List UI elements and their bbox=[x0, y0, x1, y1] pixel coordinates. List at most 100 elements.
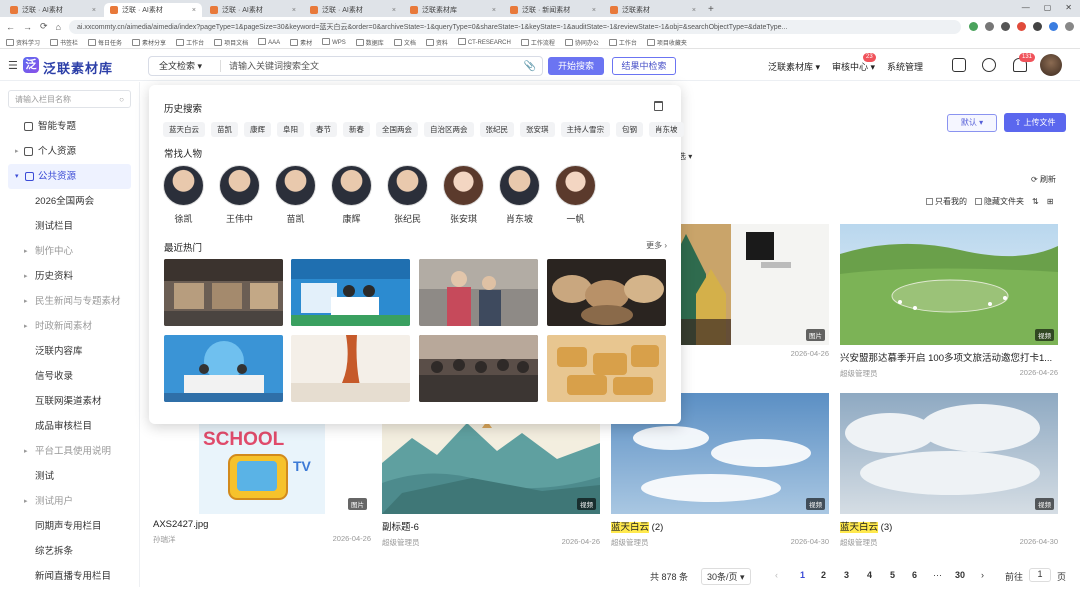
search-type-select[interactable]: 全文检索 ▾ bbox=[149, 60, 221, 72]
asset-title[interactable]: 蓝天白云 (2) bbox=[611, 519, 829, 533]
browser-tab[interactable]: 泛联 · 新闻素材 × bbox=[504, 3, 602, 17]
sidebar-item[interactable]: 测试栏目 bbox=[0, 214, 139, 239]
sidebar-item[interactable]: 泛联内容库 bbox=[0, 339, 139, 364]
extension-icon[interactable] bbox=[985, 22, 994, 31]
bookmark-item[interactable]: 项目文档 bbox=[214, 38, 248, 47]
sidebar-item[interactable]: 互联网渠道素材 bbox=[0, 389, 139, 414]
task-check-icon[interactable] bbox=[952, 58, 966, 72]
history-chip[interactable]: 新春 bbox=[343, 122, 370, 137]
cloud-upload-icon[interactable] bbox=[982, 58, 996, 72]
history-chip[interactable]: 苗凯 bbox=[211, 122, 238, 137]
expand-arrow-icon[interactable]: ▸ bbox=[24, 489, 28, 514]
hot-item-thumbnail[interactable] bbox=[164, 259, 283, 326]
sidebar-item[interactable]: 同期声专用栏目 bbox=[0, 514, 139, 539]
history-chip[interactable]: 全国两会 bbox=[376, 122, 418, 137]
person-item[interactable]: 张纪民 bbox=[387, 165, 428, 225]
expand-arrow-icon[interactable]: ▸ bbox=[24, 264, 28, 289]
history-chip[interactable]: 蓝天白云 bbox=[163, 122, 205, 137]
extension-icon[interactable] bbox=[1001, 22, 1010, 31]
bookmark-item[interactable]: 数据库 bbox=[356, 38, 384, 47]
sort-icon[interactable]: ⇅ bbox=[1032, 197, 1039, 206]
asset-title[interactable]: AXS2427.jpg bbox=[153, 519, 371, 530]
history-chip[interactable]: 春节 bbox=[310, 122, 337, 137]
bookmark-item[interactable]: CT-RESEARCH bbox=[458, 38, 511, 46]
bookmark-item[interactable]: 素材分享 bbox=[132, 38, 166, 47]
person-avatar[interactable] bbox=[387, 165, 428, 206]
hot-item-thumbnail[interactable] bbox=[547, 259, 666, 326]
close-tab-icon[interactable]: × bbox=[192, 7, 196, 14]
hot-item-thumbnail[interactable] bbox=[419, 335, 538, 402]
library-select[interactable]: 泛联素材库 ▾ bbox=[768, 60, 820, 73]
bookmark-item[interactable]: 书签栏 bbox=[50, 38, 78, 47]
sidebar-item[interactable]: 新闻直播专用栏目 bbox=[0, 564, 139, 589]
sidebar-item[interactable]: 测试 bbox=[0, 464, 139, 489]
forward-icon[interactable]: → bbox=[23, 22, 32, 32]
history-chip[interactable]: 张安琪 bbox=[520, 122, 555, 137]
asset-title[interactable]: 副标题-6 bbox=[382, 519, 600, 533]
browser-tab[interactable]: 泛联素材 × bbox=[604, 3, 702, 17]
prev-page-icon[interactable]: ‹ bbox=[775, 570, 778, 580]
person-avatar[interactable] bbox=[163, 165, 204, 206]
user-avatar[interactable] bbox=[1040, 54, 1062, 76]
asset-thumbnail[interactable]: 视频 bbox=[840, 224, 1058, 345]
maximize-icon[interactable]: ▢ bbox=[1044, 3, 1052, 12]
refresh-button[interactable]: ⟳ 刷新 bbox=[1031, 174, 1056, 185]
history-chip[interactable]: 主持人雪宗 bbox=[560, 122, 610, 137]
sidebar-item[interactable]: 2026全国两会 bbox=[0, 189, 139, 214]
sidebar-item[interactable]: ▸ 平台工具使用说明 bbox=[0, 439, 139, 464]
sidebar-item[interactable]: 成品审核栏目 bbox=[0, 414, 139, 439]
close-icon[interactable]: ✕ bbox=[1065, 3, 1072, 12]
bookmark-item[interactable]: AAA bbox=[258, 38, 280, 46]
sort-default-button[interactable]: 默认 ▾ bbox=[947, 114, 997, 132]
page-number[interactable]: 4 bbox=[867, 570, 872, 580]
system-management-link[interactable]: 系统管理 bbox=[887, 60, 923, 73]
close-tab-icon[interactable]: × bbox=[92, 7, 96, 14]
back-icon[interactable]: ← bbox=[6, 22, 15, 32]
page-number[interactable]: 6 bbox=[912, 570, 917, 580]
history-chip[interactable]: 自治区两会 bbox=[424, 122, 474, 137]
sidebar-item[interactable]: ▾ 公共资源 bbox=[8, 164, 131, 189]
history-chip[interactable]: 康辉 bbox=[244, 122, 271, 137]
only-mine-checkbox[interactable]: 只看我的 bbox=[926, 196, 967, 207]
browser-tab[interactable]: 泛联 · AI素材 × bbox=[304, 3, 402, 17]
bookmark-item[interactable]: 协同办公 bbox=[565, 38, 599, 47]
new-tab-icon[interactable]: + bbox=[708, 4, 714, 15]
search-within-results-button[interactable]: 结果中检索 bbox=[612, 57, 676, 75]
close-tab-icon[interactable]: × bbox=[292, 7, 296, 14]
bookmark-item[interactable]: 资料学习 bbox=[6, 38, 40, 47]
person-avatar[interactable] bbox=[219, 165, 260, 206]
hot-item-thumbnail[interactable] bbox=[291, 335, 410, 402]
sidebar-item[interactable]: 智能专题 bbox=[0, 114, 139, 139]
grid-view-icon[interactable]: ⊞ bbox=[1047, 197, 1054, 206]
close-tab-icon[interactable]: × bbox=[592, 7, 596, 14]
person-item[interactable]: 肖东坡 bbox=[499, 165, 540, 225]
page-ellipsis[interactable]: ··· bbox=[933, 570, 942, 580]
browser-tab[interactable]: 泛联 · AI素材 × bbox=[104, 3, 202, 17]
person-avatar[interactable] bbox=[555, 165, 596, 206]
person-avatar[interactable] bbox=[443, 165, 484, 206]
close-tab-icon[interactable]: × bbox=[492, 7, 496, 14]
expand-arrow-icon[interactable]: ▾ bbox=[15, 164, 19, 189]
bookmark-item[interactable]: WPS bbox=[322, 38, 346, 46]
minimize-icon[interactable]: — bbox=[1022, 3, 1030, 12]
next-page-icon[interactable]: › bbox=[981, 570, 984, 580]
person-item[interactable]: 康辉 bbox=[331, 165, 372, 225]
sidebar-item[interactable]: ▸ 历史资料 bbox=[0, 264, 139, 289]
page-number[interactable]: 1 bbox=[800, 570, 805, 580]
reload-icon[interactable]: ⟳ bbox=[40, 21, 48, 32]
page-number[interactable]: 30 bbox=[955, 570, 965, 580]
sidebar-item[interactable]: 综艺拆条 bbox=[0, 539, 139, 564]
attachment-icon[interactable]: 📎 bbox=[524, 61, 536, 72]
sidebar-search-input[interactable]: 请输入栏目名称 ○ bbox=[8, 90, 131, 108]
profile-icon[interactable] bbox=[1065, 22, 1074, 31]
extension-icon[interactable] bbox=[1017, 22, 1026, 31]
menu-toggle-icon[interactable]: ☰ bbox=[8, 59, 18, 72]
page-number[interactable]: 3 bbox=[844, 570, 849, 580]
person-item[interactable]: 苗凯 bbox=[275, 165, 316, 225]
start-search-button[interactable]: 开始搜索 bbox=[548, 57, 604, 75]
asset-card[interactable]: 视频 兴安盟那达慕季开启 100多项文旅活动邀您打卡1... 超级管理员 2026… bbox=[840, 224, 1058, 379]
person-item[interactable]: 一帆 bbox=[555, 165, 596, 225]
person-item[interactable]: 张安琪 bbox=[443, 165, 484, 225]
close-tab-icon[interactable]: × bbox=[392, 7, 396, 14]
person-avatar[interactable] bbox=[331, 165, 372, 206]
